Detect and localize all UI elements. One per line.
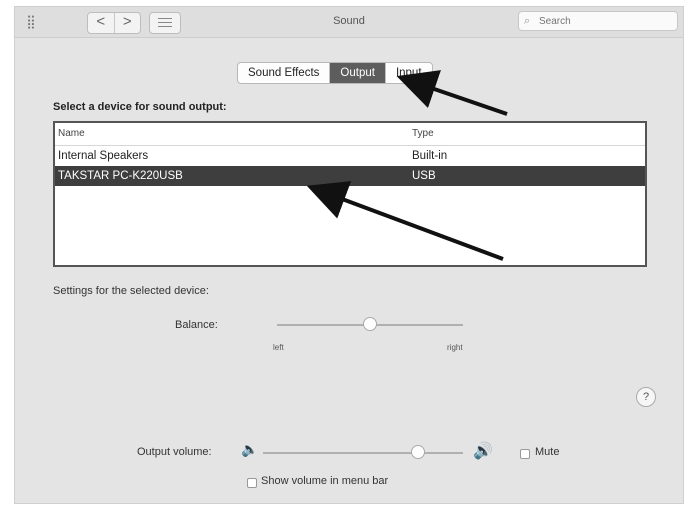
column-header-type[interactable]: Type (409, 123, 609, 145)
sound-preferences-window: ⣿ < > Sound ⌕ Sound Effects Output Input… (14, 6, 684, 504)
balance-slider-knob[interactable] (363, 317, 377, 331)
title-bar: ⣿ < > Sound ⌕ (15, 7, 683, 38)
device-name: Internal Speakers (58, 150, 149, 162)
balance-left-label: left (273, 343, 284, 352)
tab-output[interactable]: Output (329, 63, 385, 83)
column-header-name[interactable]: Name (55, 123, 409, 145)
tab-sound-effects[interactable]: Sound Effects (238, 63, 329, 83)
help-button[interactable]: ? (636, 387, 656, 407)
show-volume-label[interactable]: Show volume in menu bar (261, 475, 388, 487)
output-device-table[interactable]: Name Type Internal Speakers Built-in TAK… (53, 121, 647, 267)
balance-right-label: right (447, 343, 463, 352)
settings-label: Settings for the selected device: (53, 285, 209, 297)
search-field[interactable]: ⌕ (518, 11, 678, 31)
device-name: TAKSTAR PC-K220USB (58, 170, 183, 182)
search-icon: ⌕ (524, 15, 531, 27)
table-row[interactable]: Internal Speakers Built-in (55, 146, 645, 166)
table-header: Name Type (55, 123, 645, 146)
speaker-low-icon: 🔈 (241, 441, 259, 457)
table-row-selected[interactable]: TAKSTAR PC-K220USB USB (55, 166, 645, 186)
mute-label[interactable]: Mute (535, 446, 559, 458)
tab-bar: Sound Effects Output Input (237, 62, 433, 84)
volume-slider-knob[interactable] (411, 445, 425, 459)
volume-slider-track[interactable] (263, 452, 463, 454)
balance-label: Balance: (175, 319, 218, 331)
mute-checkbox[interactable] (520, 449, 530, 459)
search-input[interactable] (539, 14, 669, 28)
output-volume-label: Output volume: (137, 446, 212, 458)
device-type: USB (412, 170, 436, 182)
device-section-label: Select a device for sound output: (53, 101, 227, 113)
speaker-high-icon: 🔊 (473, 443, 493, 460)
device-type: Built-in (412, 150, 448, 162)
show-volume-checkbox[interactable] (247, 478, 257, 488)
tab-input[interactable]: Input (384, 63, 432, 83)
